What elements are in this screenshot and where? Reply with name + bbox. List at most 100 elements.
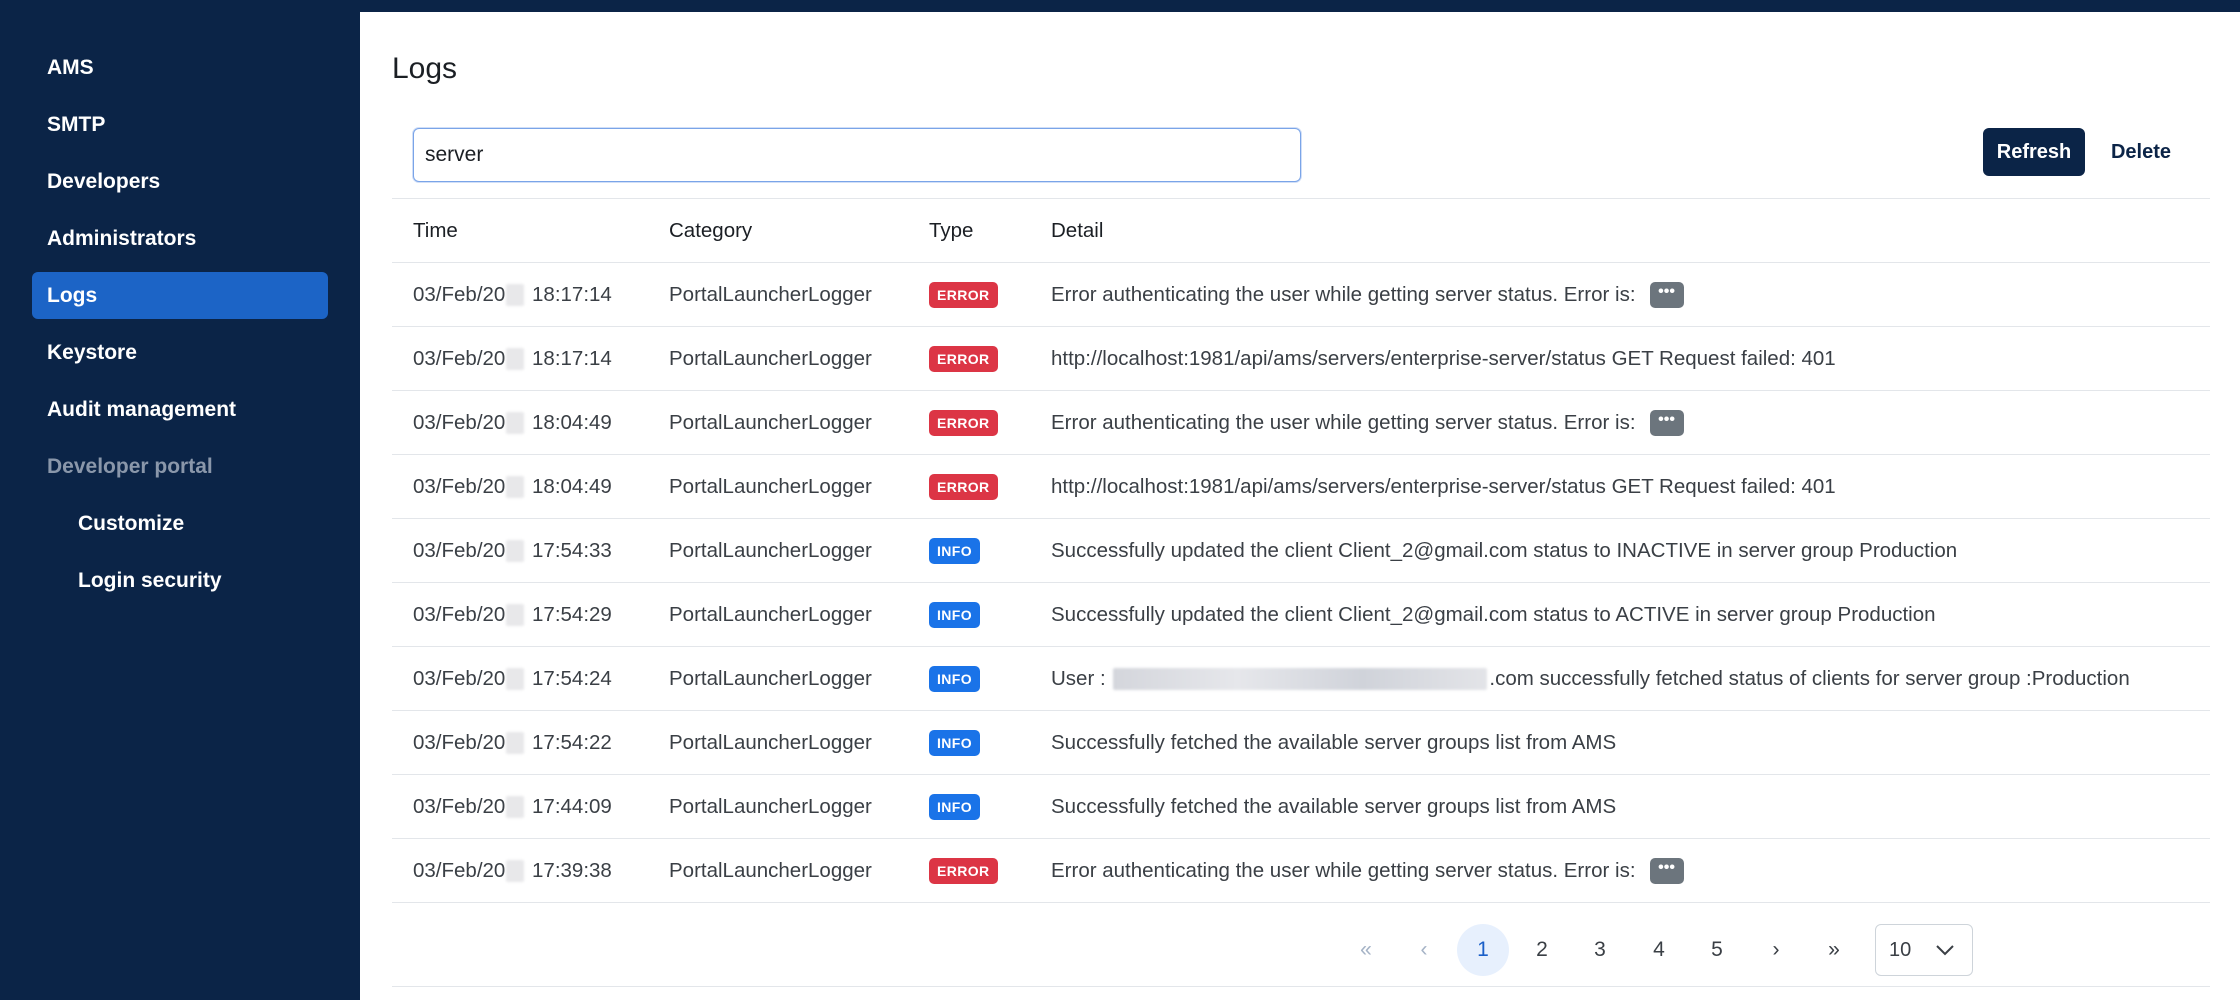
log-detail: Successfully fetched the available serve… <box>1051 711 1616 775</box>
type-badge: ERROR <box>929 410 998 436</box>
detail-text: .com successfully fetched status of clie… <box>1489 667 2130 690</box>
log-type: INFO <box>929 775 981 839</box>
type-badge: ERROR <box>929 474 998 500</box>
table-row[interactable]: 03/Feb/20 18:04:49 PortalLauncherLogger … <box>392 455 2210 519</box>
log-time: 03/Feb/20 18:17:14 <box>413 263 612 327</box>
page-size-select[interactable]: 10 <box>1875 924 1973 976</box>
detail-prefix: User : <box>1051 667 1106 690</box>
table-row[interactable]: 03/Feb/20 17:54:22 PortalLauncherLogger … <box>392 711 2210 775</box>
page-button-1[interactable]: 1 <box>1457 924 1509 976</box>
page-button-2[interactable]: 2 <box>1516 924 1568 976</box>
sidebar-item-ams[interactable]: AMS <box>32 44 328 91</box>
type-badge: INFO <box>929 538 981 564</box>
sidebar-nav: AMS SMTP Developers Administrators Logs … <box>32 44 328 614</box>
log-category: PortalLauncherLogger <box>669 475 872 498</box>
log-type: ERROR <box>929 391 998 455</box>
log-date: 03/Feb/20 <box>413 283 506 306</box>
log-detail: Successfully updated the client Client_2… <box>1051 519 1957 583</box>
log-category: PortalLauncherLogger <box>669 539 872 562</box>
log-date: 03/Feb/20 <box>413 731 506 754</box>
detail-text: Successfully fetched the available serve… <box>1051 731 1617 754</box>
log-date: 03/Feb/20 <box>413 859 506 882</box>
redacted-year <box>506 348 525 370</box>
sidebar-item-keystore[interactable]: Keystore <box>32 329 328 376</box>
log-type: INFO <box>929 519 981 583</box>
column-header-detail[interactable]: Detail <box>1051 199 1103 263</box>
detail-text: Successfully updated the client Client_2… <box>1051 539 1958 562</box>
last-page-button[interactable]: » <box>1808 924 1860 976</box>
log-clock: 17:54:24 <box>532 667 612 690</box>
page-button-4[interactable]: 4 <box>1633 924 1685 976</box>
sidebar-item-administrators[interactable]: Administrators <box>32 215 328 262</box>
table-row[interactable]: 03/Feb/20 17:39:38 PortalLauncherLogger … <box>392 839 2210 903</box>
type-badge: ERROR <box>929 858 998 884</box>
table-row[interactable]: 03/Feb/20 18:17:14 PortalLauncherLogger … <box>392 327 2210 391</box>
page-size-value: 10 <box>1889 938 1912 961</box>
more-details-button[interactable]: ••• <box>1649 410 1684 436</box>
sidebar-section-label: Developer portal <box>47 454 213 478</box>
log-clock: 18:17:14 <box>532 283 612 306</box>
sidebar-item-label: Customize <box>78 511 185 535</box>
sidebar-item-developers[interactable]: Developers <box>32 158 328 205</box>
page-button-5[interactable]: 5 <box>1691 924 1743 976</box>
next-page-button[interactable]: › <box>1750 924 1802 976</box>
log-category: PortalLauncherLogger <box>669 859 872 882</box>
type-badge: INFO <box>929 794 981 820</box>
search-input[interactable] <box>413 128 1301 182</box>
sidebar-item-audit-management[interactable]: Audit management <box>32 386 328 433</box>
redacted-email <box>1113 668 1488 690</box>
more-details-button[interactable]: ••• <box>1649 858 1684 884</box>
sidebar-item-label: AMS <box>47 55 94 79</box>
table-row[interactable]: 03/Feb/20 18:04:49 PortalLauncherLogger … <box>392 391 2210 455</box>
sidebar-item-smtp[interactable]: SMTP <box>32 101 328 148</box>
sidebar-item-label: Logs <box>47 283 98 307</box>
log-time: 03/Feb/20 17:44:09 <box>413 775 612 839</box>
detail-text: Successfully updated the client Client_2… <box>1051 603 1936 626</box>
detail-text: Error authenticating the user while gett… <box>1051 411 1636 434</box>
sidebar-section-developer-portal: Developer portal <box>32 443 328 490</box>
sidebar: AMS SMTP Developers Administrators Logs … <box>0 0 360 1000</box>
table-row[interactable]: 03/Feb/20 18:17:14 PortalLauncherLogger … <box>392 263 2210 327</box>
table-header-row: Time Category Type Detail <box>392 199 2210 263</box>
column-header-time[interactable]: Time <box>413 199 458 263</box>
table-row[interactable]: 03/Feb/20 17:44:09 PortalLauncherLogger … <box>392 775 2210 839</box>
column-header-type[interactable]: Type <box>929 199 973 263</box>
delete-button[interactable]: Delete <box>2101 128 2181 176</box>
column-header-category[interactable]: Category <box>669 199 752 263</box>
log-detail: Error authenticating the user while gett… <box>1051 391 1684 455</box>
log-clock: 18:17:14 <box>532 347 612 370</box>
sidebar-item-label: Audit management <box>47 397 237 421</box>
table-row[interactable]: 03/Feb/20 17:54:29 PortalLauncherLogger … <box>392 583 2210 647</box>
redacted-year <box>506 668 525 690</box>
redacted-year <box>506 860 525 882</box>
detail-text: http://localhost:1981/api/ams/servers/en… <box>1051 475 1836 498</box>
log-type: INFO <box>929 711 981 775</box>
first-page-button[interactable]: « <box>1340 924 1392 976</box>
table-row[interactable]: 03/Feb/20 17:54:24 PortalLauncherLogger … <box>392 647 2210 711</box>
previous-page-button[interactable]: ‹ <box>1398 924 1450 976</box>
sidebar-item-login-security[interactable]: Login security <box>32 557 328 604</box>
log-clock: 17:54:22 <box>532 731 612 754</box>
type-badge: ERROR <box>929 346 998 372</box>
log-detail: User : .com successfully fetched status … <box>1051 647 2130 711</box>
log-type: INFO <box>929 647 981 711</box>
log-type: ERROR <box>929 839 998 903</box>
sidebar-item-logs[interactable]: Logs <box>32 272 328 319</box>
log-type: INFO <box>929 583 981 647</box>
main-content: Logs Refresh Delete Time Category Type D… <box>360 12 2240 1000</box>
log-date: 03/Feb/20 <box>413 795 506 818</box>
log-time: 03/Feb/20 17:54:22 <box>413 711 612 775</box>
redacted-year <box>506 284 525 306</box>
more-details-button[interactable]: ••• <box>1649 282 1684 308</box>
log-time: 03/Feb/20 17:54:29 <box>413 583 612 647</box>
log-detail: Successfully updated the client Client_2… <box>1051 583 1936 647</box>
log-detail: Successfully fetched the available serve… <box>1051 775 1616 839</box>
log-type: ERROR <box>929 455 998 519</box>
type-badge: ERROR <box>929 282 998 308</box>
page-button-3[interactable]: 3 <box>1574 924 1626 976</box>
table-row[interactable]: 03/Feb/20 17:54:33 PortalLauncherLogger … <box>392 519 2210 583</box>
refresh-button[interactable]: Refresh <box>1983 128 2085 176</box>
footer-divider <box>392 986 2210 987</box>
log-clock: 17:39:38 <box>532 859 612 882</box>
sidebar-item-customize[interactable]: Customize <box>32 500 328 547</box>
